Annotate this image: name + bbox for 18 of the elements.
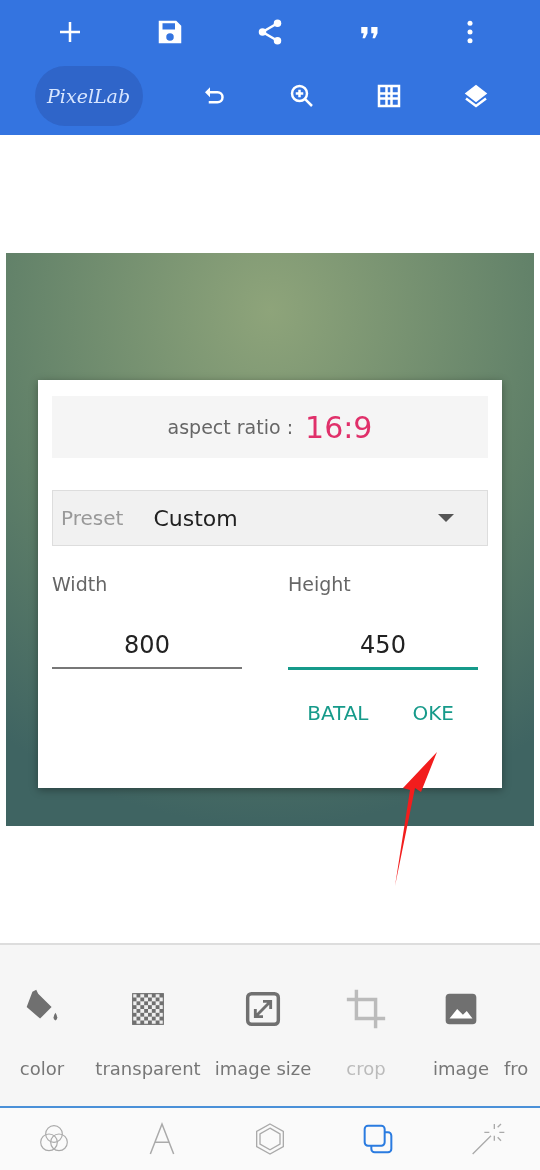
dialog-button[interactable]: BATAL [297,693,379,732]
preset-value: Custom [153,504,238,533]
tool-label[interactable]: transparent [95,1055,201,1082]
app-logo[interactable]: PixelLab [34,66,143,126]
dialog-button[interactable]: OKE [402,693,464,732]
aspect-ratio-label: aspect ratio : [167,414,294,440]
field-label: Height [288,572,352,597]
number-field[interactable]: 800 [52,622,242,669]
tool-label[interactable]: fro [504,1055,529,1082]
preset-dropdown[interactable]: Preset Custom [52,490,488,546]
tool-label[interactable]: image size [214,1055,312,1082]
number-field[interactable]: 450 [288,622,478,670]
tool-label[interactable]: color [19,1055,65,1082]
tool-label[interactable]: image [432,1055,490,1082]
preset-label: Preset [61,505,124,532]
dropdown-arrow-icon [437,513,455,523]
aspect-ratio-value: 16:9 [305,408,373,447]
field-label: Width [52,572,109,597]
